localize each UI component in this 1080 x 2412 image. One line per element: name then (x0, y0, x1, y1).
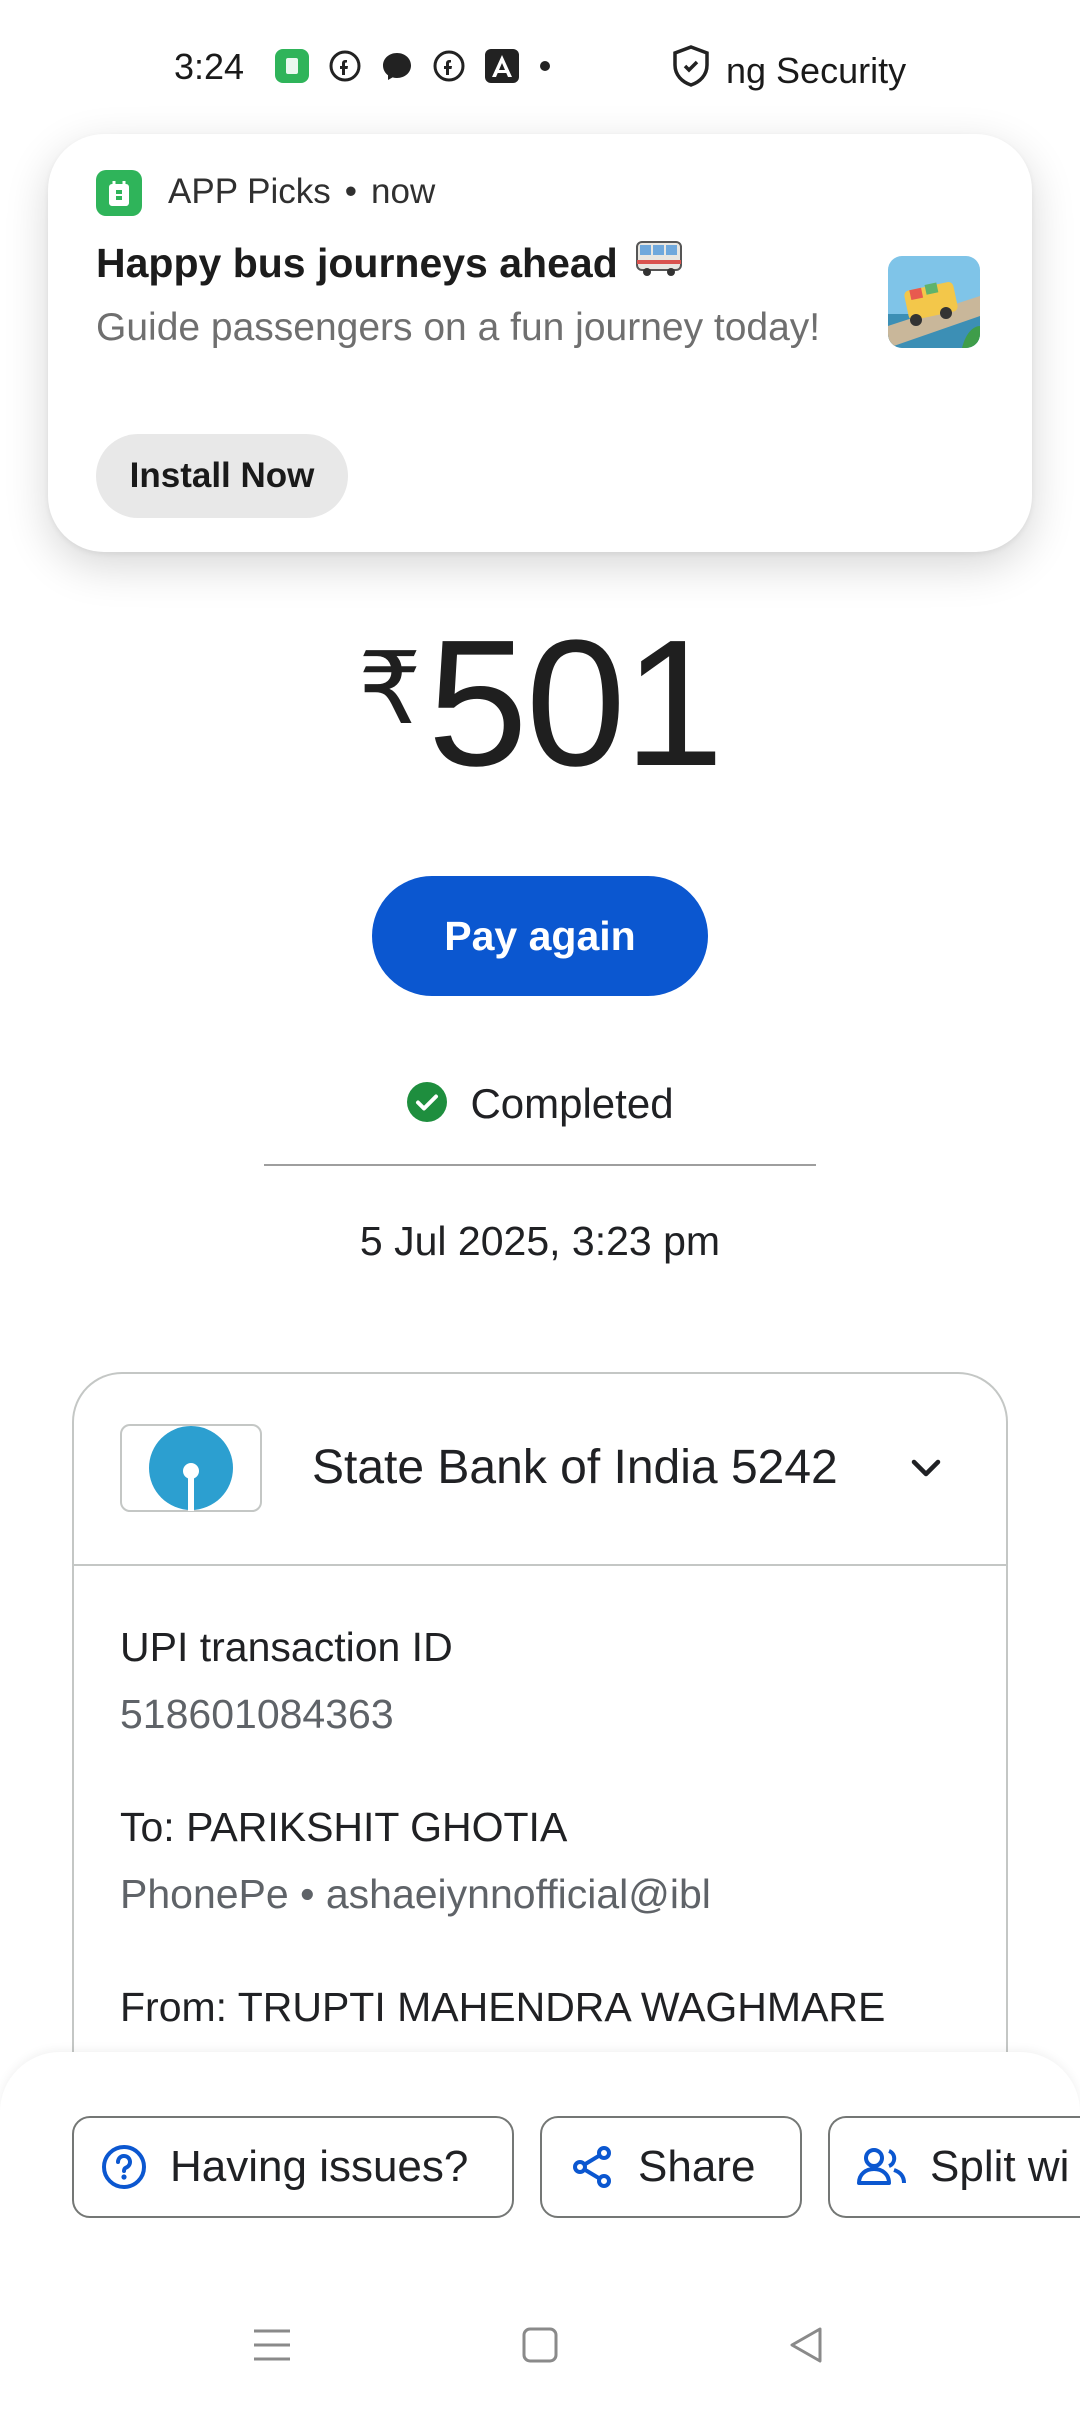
back-button[interactable] (766, 2310, 846, 2380)
facebook-status-icon-2 (432, 49, 466, 83)
app-picks-status-icon (274, 48, 310, 84)
share-icon (568, 2143, 616, 2191)
upi-transaction-label: UPI transaction ID (120, 1624, 453, 1670)
notification-body: Guide passengers on a fun journey today! (96, 306, 821, 349)
shield-icon (670, 44, 712, 97)
install-now-button[interactable]: Install Now (96, 434, 348, 518)
share-button[interactable]: Share (540, 2116, 802, 2218)
chevron-down-icon[interactable] (904, 1446, 948, 1495)
payment-amount: ₹501 (0, 600, 1080, 807)
notification-header: APP Picks • now (168, 172, 435, 212)
transaction-details-screen: 3:24 ng Security APP Picks • now Happy b… (0, 0, 1080, 2412)
security-status: ng Security (670, 44, 906, 97)
sender-block: From: TRUPTI MAHENDRA WAGHMARE (120, 1984, 885, 2031)
share-label: Share (638, 2142, 756, 2191)
pay-again-button[interactable]: Pay again (372, 876, 708, 996)
currency-symbol: ₹ (358, 633, 422, 745)
status-bar: 3:24 ng Security (0, 0, 1080, 140)
split-label: Split wi (930, 2142, 1070, 2191)
having-issues-label: Having issues? (170, 2142, 469, 2191)
notification-separator: • (344, 172, 358, 211)
split-with-friends-button[interactable]: Split wi (828, 2116, 1080, 2218)
status-time: 3:24 (174, 46, 245, 87)
recipient-name: To: PARIKSHIT GHOTIA (120, 1804, 568, 1850)
recipient-upi: PhonePe • ashaeiynnofficial@ibl (120, 1871, 711, 1917)
bank-account-row[interactable]: State Bank of India 5242 (74, 1374, 1006, 1566)
help-circle-icon (100, 2143, 148, 2191)
having-issues-button[interactable]: Having issues? (72, 2116, 514, 2218)
recent-apps-button[interactable] (232, 2310, 312, 2380)
system-navigation-bar (0, 2310, 1080, 2380)
bank-account-name: State Bank of India 5242 (312, 1441, 838, 1494)
a-app-status-icon (484, 48, 520, 84)
facebook-status-icon (328, 49, 362, 83)
sender-name: From: TRUPTI MAHENDRA WAGHMARE (120, 1984, 886, 2030)
transaction-details-card: State Bank of India 5242 UPI transaction… (72, 1372, 1008, 2132)
transaction-datetime: 5 Jul 2025, 3:23 pm (359, 1218, 721, 1264)
payment-status: Completed (0, 1080, 1080, 1128)
notification-title-text: Happy bus journeys ahead (96, 239, 618, 286)
status-notification-icons (274, 48, 552, 84)
upi-transaction-id[interactable]: 518601084363 (120, 1691, 453, 1738)
game-thumbnail-image (888, 256, 980, 348)
people-icon (856, 2143, 908, 2191)
heads-up-notification[interactable]: APP Picks • now Happy bus journeys ahead… (48, 134, 1032, 552)
status-divider (264, 1164, 816, 1166)
more-notifications-dot-icon (538, 49, 552, 83)
status-text: Completed (470, 1080, 674, 1127)
security-status-text: ng Security (726, 49, 907, 91)
notification-app-name: APP Picks (168, 172, 331, 211)
sbi-logo (120, 1424, 262, 1512)
app-picks-icon (96, 170, 142, 216)
home-button[interactable] (500, 2310, 580, 2380)
notification-title: Happy bus journeys ahead (96, 236, 684, 290)
check-circle-icon (406, 1081, 448, 1128)
recipient-block: To: PARIKSHIT GHOTIA PhonePe • ashaeiynn… (120, 1804, 711, 1918)
upi-transaction-block: UPI transaction ID 518601084363 (120, 1624, 453, 1738)
messenger-status-icon (380, 49, 414, 83)
bus-emoji-icon (634, 236, 684, 290)
amount-value: 501 (427, 603, 724, 804)
notification-time: now (371, 172, 436, 211)
